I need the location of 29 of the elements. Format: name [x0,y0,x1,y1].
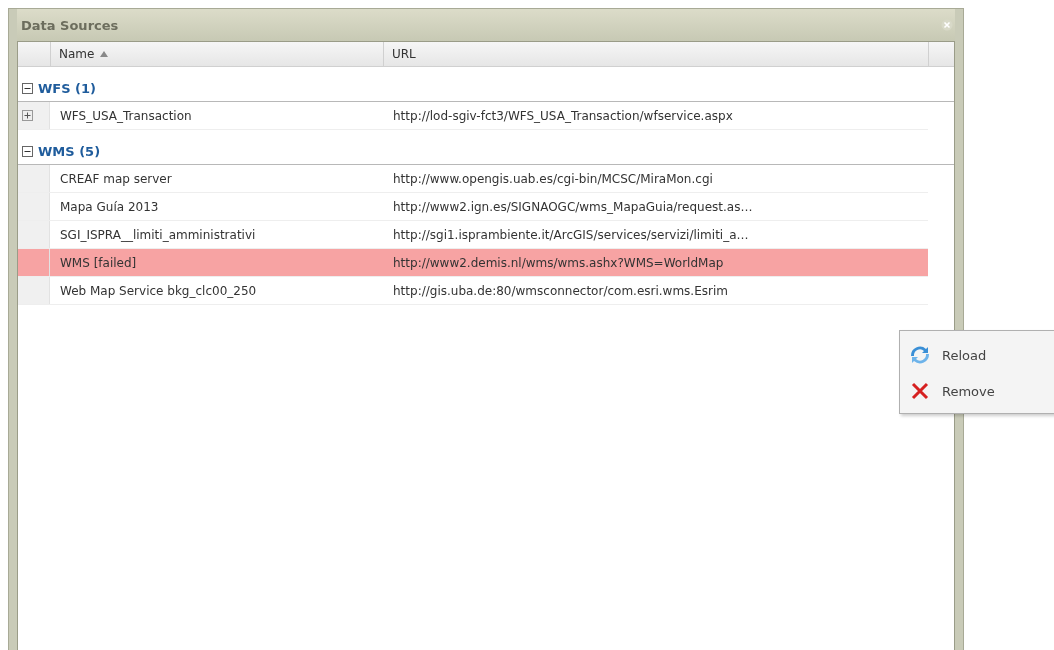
table-cell-text: http://www.opengis.uab.es/cgi-bin/MCSC/MiraMon.cgi [392,171,714,186]
table-row[interactable]: Mapa Guía 2013 http://www2.ign.es/SIGNAOGC/wms_MapaGuia/request.as… [18,193,928,221]
table-row[interactable]: WMS [failed] http://www2.demis.nl/wms/wms.ashx?WMS=WorldMap [18,249,928,277]
table-row[interactable]: WFS_USA_Transaction http://lod-sgiv-fct3/WFS_USA_Transaction/wfservice.aspx [18,102,928,130]
table-cell-text: Web Map Service bkg_clc00_250 [59,283,258,298]
column-header[interactable]: Name [51,42,384,66]
column-header[interactable]: URL [384,42,929,66]
table-cell-text: WFS_USA_Transaction [59,108,193,123]
group-header[interactable]: WMS (5) [18,138,954,165]
table-cell-text: http://lod-sgiv-fct3/WFS_USA_Transaction/wfservice.aspx [392,108,734,123]
menu-item[interactable]: Reload [900,337,1054,373]
table-cell-text: http://sgi1.isprambiente.it/ArcGIS/services/servizi/limiti_a… [392,227,750,242]
expand-icon[interactable] [22,110,33,121]
table-cell-text: CREAF map server [59,171,173,186]
table-row[interactable]: CREAF map server http://www.opengis.uab.es/cgi-bin/MCSC/MiraMon.cgi [18,165,928,193]
table-cell-text: http://www2.ign.es/SIGNAOGC/wms_MapaGuia/request.as… [392,199,754,214]
table-cell-text: http://gis.uba.de:80/wmsconnector/com.esri.wms.Esrim [392,283,729,298]
table-cell-text: SGI_ISPRA__limiti_amministrativi [59,227,257,242]
refresh-icon [910,345,930,365]
group-header[interactable]: WFS (1) [18,75,954,102]
cross-icon [910,381,930,401]
table-row[interactable]: Web Map Service bkg_clc00_250 http://gis.uba.de:80/wmsconnector/com.esri.wms.Esrim [18,277,928,305]
menu-item[interactable]: Remove [900,373,1054,409]
collapse-icon[interactable] [22,145,33,157]
collapse-icon[interactable] [22,82,33,94]
table-cell-text: Mapa Guía 2013 [59,199,160,214]
table-cell-text: http://www2.demis.nl/wms/wms.ashx?WMS=WorldMap [392,255,725,270]
table-cell-text: WMS [failed] [59,255,138,270]
window-title: Data Sources [20,17,119,33]
